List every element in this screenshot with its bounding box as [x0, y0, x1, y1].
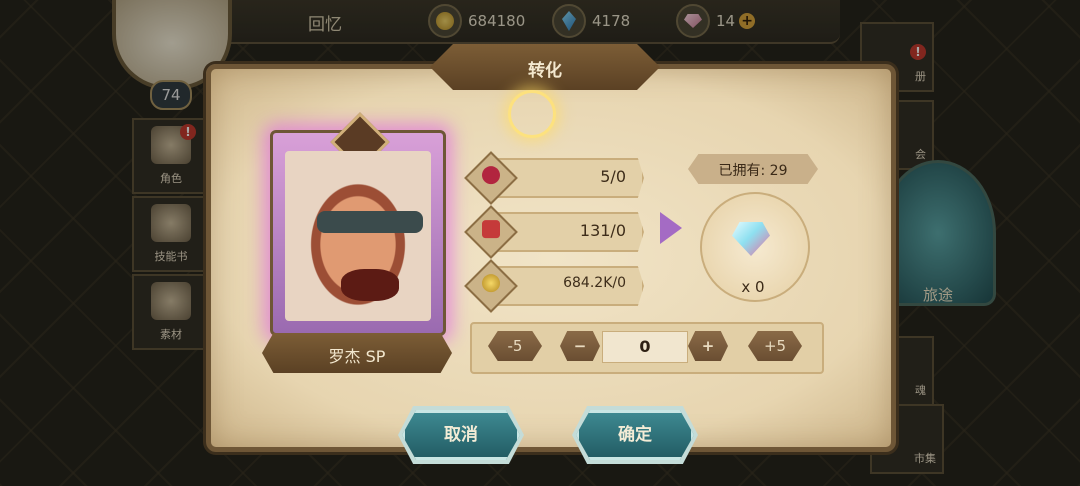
confirm-button[interactable]: 确定 [576, 410, 694, 460]
reward-quantity: x 0 [741, 278, 765, 296]
dialog-title: 转化 [528, 61, 562, 81]
owned-count: 已拥有: 29 [718, 163, 788, 179]
cancel-button[interactable]: 取消 [402, 410, 520, 460]
headband [317, 211, 423, 233]
hero-portrait [285, 151, 431, 321]
quantity-value[interactable]: 0 [602, 331, 688, 363]
arrow-right-icon [660, 212, 682, 244]
plus-five-button[interactable]: +5 [748, 331, 802, 361]
plus-button[interactable]: + [688, 331, 728, 361]
hero-card [270, 112, 446, 336]
minus-five-button[interactable]: -5 [488, 331, 542, 361]
hero-name: 罗杰 SP [328, 347, 386, 366]
mouth [341, 269, 399, 301]
glow-ring-icon [508, 90, 556, 138]
minus-button[interactable]: − [560, 331, 600, 361]
